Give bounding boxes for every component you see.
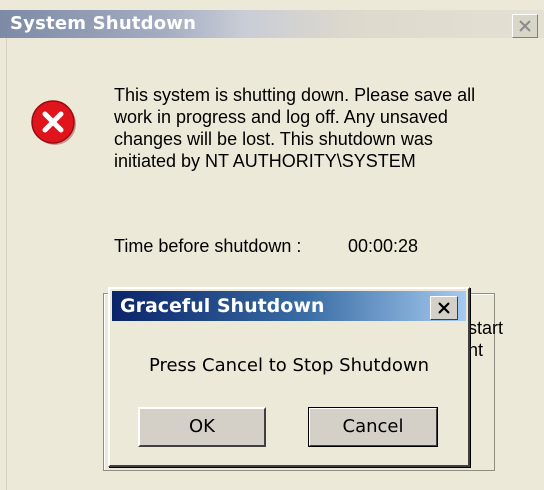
obscured-text-start: start xyxy=(468,318,504,338)
graceful-shutdown-message: Press Cancel to Stop Shutdown xyxy=(148,355,430,376)
shutdown-countdown: 00:00:28 xyxy=(348,236,419,256)
error-icon xyxy=(31,100,76,145)
system-shutdown-titlebar: System Shutdown xyxy=(0,10,544,38)
graceful-shutdown-title: Graceful Shutdown xyxy=(120,295,325,317)
system-shutdown-close-button[interactable] xyxy=(512,14,538,38)
system-shutdown-title: System Shutdown xyxy=(10,13,197,34)
shutdown-message: This system is shutting down. Please sav… xyxy=(114,85,476,171)
close-icon xyxy=(438,302,450,314)
close-icon xyxy=(519,20,531,32)
graceful-shutdown-close-button[interactable] xyxy=(430,296,458,320)
window-edge xyxy=(6,38,7,490)
time-before-shutdown-label: Time before shutdown : xyxy=(114,236,302,256)
cancel-button[interactable]: Cancel xyxy=(308,407,438,447)
graceful-shutdown-titlebar: Graceful Shutdown xyxy=(112,291,466,321)
obscured-text-ht: ht xyxy=(468,340,484,360)
graceful-shutdown-dialog: Graceful Shutdown Press Cancel to Stop S… xyxy=(108,287,470,467)
ok-button[interactable]: OK xyxy=(138,407,266,447)
